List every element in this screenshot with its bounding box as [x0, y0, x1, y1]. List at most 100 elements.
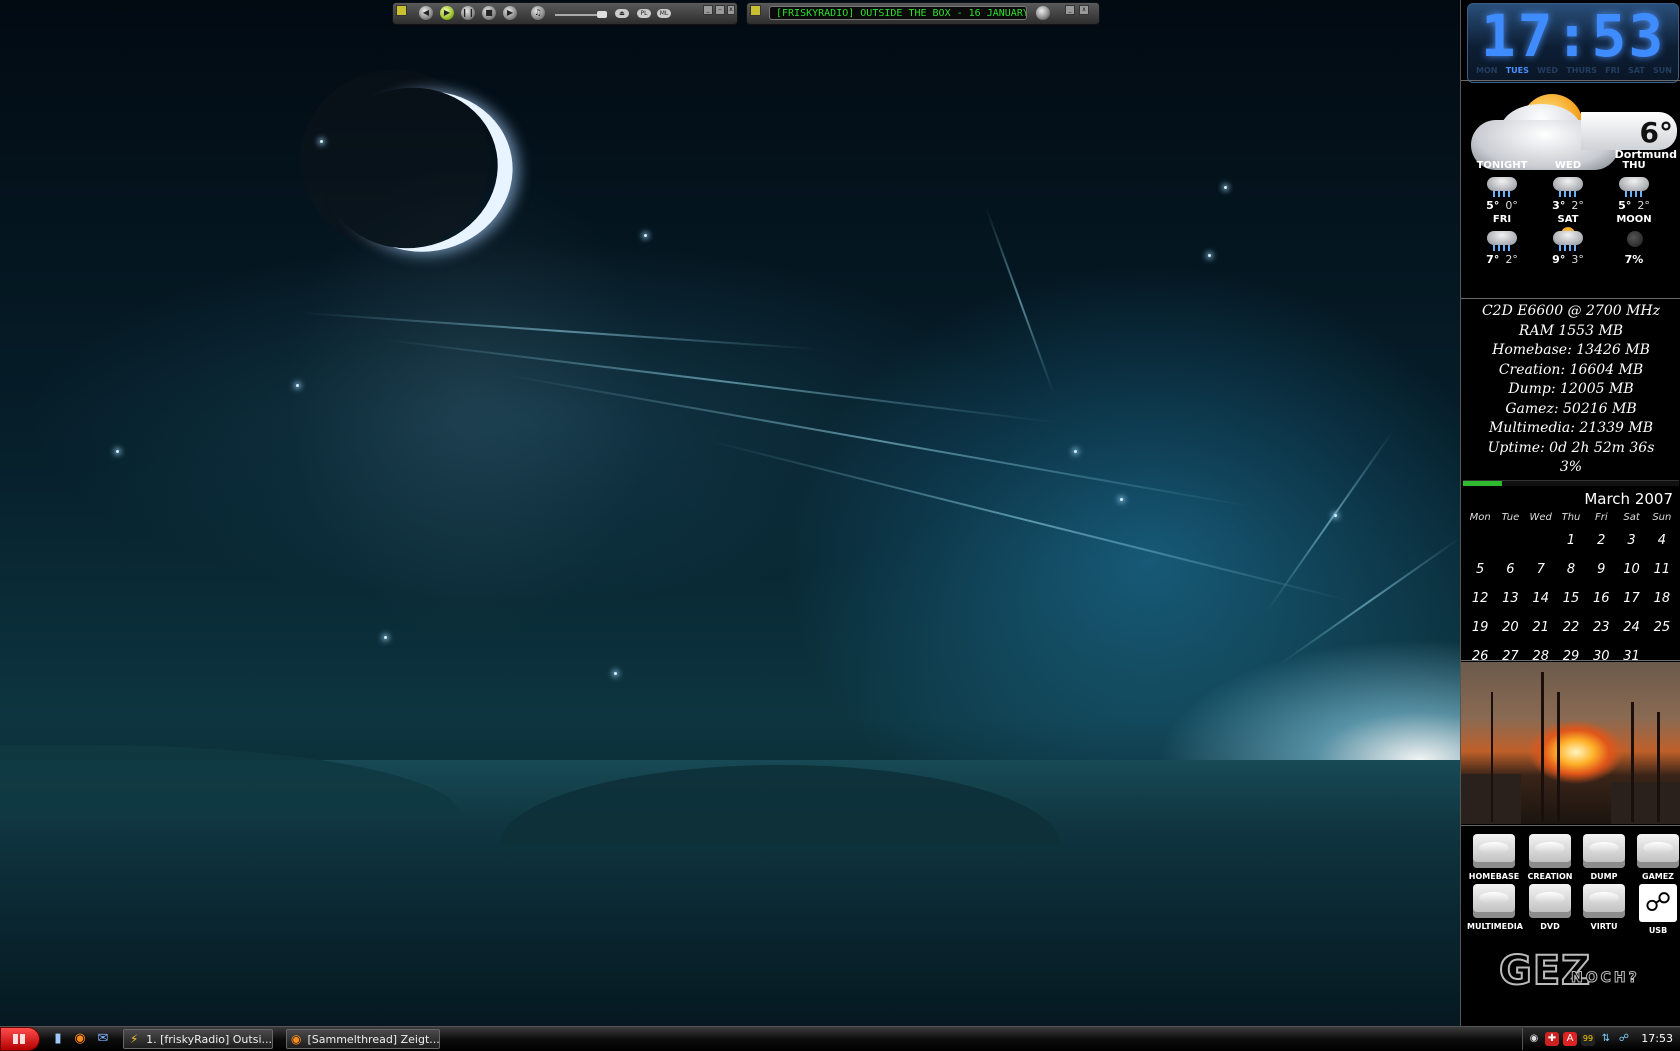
winamp-logo-icon[interactable] [396, 5, 407, 16]
forecast-high: 3° [1552, 199, 1566, 212]
antivirus-tray-icon[interactable]: ✚ [1545, 1032, 1559, 1046]
calendar-day[interactable]: 18 [1647, 584, 1677, 613]
taskbar-button-winamp[interactable]: ⚡ 1. [friskyRadio] Outsi... [123, 1029, 273, 1049]
taskbar: ▮ ◉ ✉ ⚡ 1. [friskyRadio] Outsi... ◉ [Sam… [0, 1026, 1680, 1051]
play-button[interactable]: ▶ [440, 6, 454, 20]
wallpaper-star [116, 450, 119, 453]
system-info-lines: C2D E6600 @ 2700 MHz RAM 1553 MB Homebase:… [1461, 302, 1680, 458]
close-button[interactable]: x [727, 5, 735, 15]
forecast-day-name: TONIGHT [1476, 160, 1528, 171]
start-button[interactable] [0, 1027, 40, 1051]
taskbar-button-firefox[interactable]: ◉ [Sammelthread] Zeigt... [286, 1029, 440, 1049]
drive-label: GAMEZ [1642, 872, 1674, 881]
calendar-day[interactable]: 16 [1586, 584, 1616, 613]
winamp-options-button[interactable] [1036, 6, 1050, 20]
usb-tray-icon[interactable]: ☍ [1617, 1032, 1631, 1046]
forecast-day: SAT 9° 3° [1535, 214, 1601, 266]
shade-button[interactable]: – [715, 5, 725, 15]
taskbar-button-label: 1. [friskyRadio] Outsi... [146, 1032, 272, 1046]
wallpaper-aurora-streak [382, 338, 1058, 424]
rain-cloud-icon [1553, 175, 1583, 197]
calendar-day[interactable]: 3 [1616, 526, 1646, 555]
track-title-display[interactable]: [FRISKYRADIO] OUTSIDE THE BOX - 16 JANUA… [769, 6, 1027, 20]
calendar-day[interactable]: 1 [1556, 526, 1586, 555]
cpu-usage-text: 3% [1559, 459, 1583, 475]
drive-shortcut-dump[interactable]: DUMP [1577, 834, 1631, 881]
calendar-day[interactable]: 12 [1465, 584, 1495, 613]
drive-shortcut-usb[interactable]: ☍ USB [1631, 884, 1680, 935]
sunset-photo-widget[interactable] [1461, 662, 1680, 824]
drive-shortcut-virtu[interactable]: VIRTU [1577, 884, 1631, 931]
drive-label: CREATION [1527, 872, 1573, 881]
volume-slider-track[interactable] [555, 14, 601, 16]
winamp-main-bar[interactable]: ◀ ▶ ❙❙ ■ ▶ ♫ ⏏ PL ML _ – x [392, 2, 738, 25]
desktop-sidebar: 17:53 MON TUES WED THURS FRI SAT SUN 6° Dortmu… [1460, 0, 1680, 1026]
pause-button[interactable]: ❙❙ [461, 6, 475, 20]
drive-shortcut-gamez[interactable]: GAMEZ [1631, 834, 1680, 881]
calendar-day[interactable]: 14 [1526, 584, 1556, 613]
calendar-day[interactable]: 20 [1495, 613, 1525, 642]
calendar-day[interactable]: 10 [1616, 555, 1646, 584]
outlook-icon[interactable]: ✉ [95, 1031, 111, 1047]
stop-button[interactable]: ■ [482, 6, 496, 20]
calendar-day[interactable]: 4 [1647, 526, 1677, 555]
calendar-blank [1465, 526, 1495, 555]
forecast-high: 5° [1618, 199, 1632, 212]
volume-icon[interactable]: ♫ [531, 6, 545, 20]
drive-shortcut-dvd[interactable]: DVD [1523, 884, 1577, 931]
winamp-title-bar[interactable]: [FRISKYRADIO] OUTSIDE THE BOX - 16 JANUA… [746, 2, 1100, 25]
drive-shortcut-multimedia[interactable]: MULTIMEDIA [1467, 884, 1523, 931]
winamp-player[interactable]: ◀ ▶ ❙❙ ■ ▶ ♫ ⏏ PL ML _ – x [FRISKYRADIO]… [392, 2, 1100, 25]
calendar-day[interactable]: 23 [1586, 613, 1616, 642]
winamp-menu-icon[interactable] [750, 5, 761, 16]
eject-button[interactable]: ⏏ [615, 9, 629, 18]
calendar-day[interactable]: 24 [1616, 613, 1646, 642]
calendar-day[interactable]: 13 [1495, 584, 1525, 613]
minimize-button[interactable]: _ [703, 5, 713, 15]
title-close-button[interactable]: x [1079, 5, 1089, 15]
firefox-icon: ◉ [291, 1032, 302, 1046]
taskbar-clock[interactable]: 17:53 [1641, 1032, 1673, 1045]
calendar-day[interactable]: 8 [1556, 555, 1586, 584]
volume-slider-knob[interactable] [597, 11, 607, 18]
wallpaper-hill-left [0, 745, 460, 815]
calendar-day[interactable]: 21 [1526, 613, 1556, 642]
weather-widget[interactable]: 6° Dortmund TONIGHT 5° 0° WED 3° 2° THU 5° 2° FRI… [1461, 82, 1680, 298]
system-info-line: RAM 1553 MB [1518, 322, 1624, 339]
media-library-toggle-button[interactable]: ML [657, 9, 671, 18]
wallpaper-star [1208, 254, 1211, 257]
calendar-day[interactable]: 7 [1526, 555, 1556, 584]
drive-shortcut-homebase[interactable]: HOMEBASE [1467, 834, 1521, 881]
calendar-day[interactable]: 19 [1465, 613, 1495, 642]
next-track-button[interactable]: ▶ [503, 6, 517, 20]
forecast-high: 9° [1552, 253, 1566, 266]
calendar-day[interactable]: 25 [1647, 613, 1677, 642]
calendar-day[interactable]: 5 [1465, 555, 1495, 584]
calendar-day[interactable]: 17 [1616, 584, 1646, 613]
drive-shortcut-creation[interactable]: CREATION [1523, 834, 1577, 881]
acrobat-tray-icon[interactable]: A [1563, 1032, 1577, 1046]
system-info-line: Dump: 12005 MB [1508, 381, 1634, 397]
wallpaper-star [1224, 186, 1227, 189]
firefox-icon[interactable]: ◉ [72, 1031, 88, 1047]
system-info-line: Gamez: 50216 MB [1505, 400, 1637, 417]
wallpaper-aurora-streak [984, 206, 1056, 396]
show-desktop-icon[interactable]: ▮ [50, 1031, 66, 1047]
forecast-day: FRI 7° 2° [1469, 214, 1535, 266]
calendar-day[interactable]: 6 [1495, 555, 1525, 584]
digital-clock-widget[interactable]: 17:53 MON TUES WED THURS FRI SAT SUN [1467, 3, 1679, 83]
calendar-day[interactable]: 9 [1586, 555, 1616, 584]
playlist-toggle-button[interactable]: PL [637, 9, 651, 18]
badge-tray-icon[interactable]: 99 [1581, 1032, 1595, 1046]
wallpaper-star [1074, 450, 1077, 453]
volume-tray-icon[interactable]: ◉ [1527, 1032, 1541, 1046]
calendar-day[interactable]: 11 [1647, 555, 1677, 584]
calendar-widget[interactable]: March 2007 Mon Tue Wed Thu Fri Sat Sun 1234567… [1461, 486, 1680, 664]
calendar-day[interactable]: 2 [1586, 526, 1616, 555]
hdd-icon [1583, 884, 1625, 918]
title-minimize-button[interactable]: _ [1065, 5, 1075, 15]
calendar-day[interactable]: 15 [1556, 584, 1586, 613]
previous-track-button[interactable]: ◀ [419, 6, 433, 20]
calendar-day[interactable]: 22 [1556, 613, 1586, 642]
network-tray-icon[interactable]: ⇅ [1599, 1032, 1613, 1046]
